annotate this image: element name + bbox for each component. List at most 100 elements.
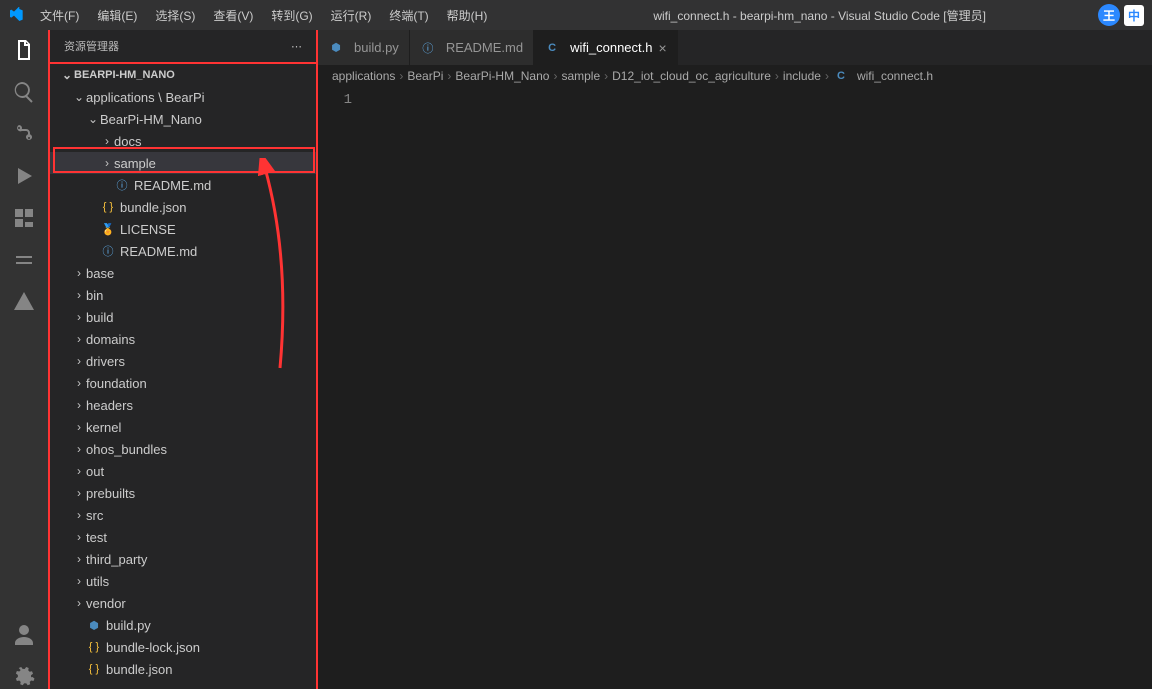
vscode-logo-icon [8, 7, 24, 23]
sidebar-title: 资源管理器 [64, 38, 119, 54]
chevron-right-icon: › [72, 530, 86, 544]
source-code[interactable] [366, 91, 1132, 689]
tree-folder[interactable]: ›ohos_bundles [50, 438, 316, 460]
menu-bar: 文件(F)编辑(E)选择(S)查看(V)转到(G)运行(R)终端(T)帮助(H) [32, 3, 495, 28]
tab-label: wifi_connect.h [570, 40, 652, 55]
tree-item-label: bin [86, 288, 103, 303]
tree-file[interactable]: 🏅LICENSE [50, 218, 316, 240]
more-actions-icon[interactable]: ⋯ [291, 40, 302, 53]
tree-item-label: bundle.json [120, 200, 187, 215]
tree-item-label: src [86, 508, 103, 523]
breadcrumb-segment[interactable]: wifi_connect.h [857, 69, 933, 83]
chevron-right-icon: › [72, 508, 86, 522]
tree-folder[interactable]: ›foundation [50, 372, 316, 394]
chevron-right-icon: › [72, 310, 86, 324]
editor-tab[interactable]: ⓘREADME.md [410, 30, 534, 65]
tree-file[interactable]: ⓘREADME.md [50, 174, 316, 196]
tree-folder[interactable]: ›domains [50, 328, 316, 350]
chevron-down-icon: ⌄ [72, 90, 86, 104]
menu-item[interactable]: 帮助(H) [439, 3, 496, 28]
tree-item-label: README.md [134, 178, 211, 193]
tree-file[interactable]: ⬢build.py [50, 614, 316, 636]
editor-tab[interactable]: Cwifi_connect.h× [534, 30, 678, 65]
tree-item-label: foundation [86, 376, 147, 391]
menu-item[interactable]: 终端(T) [381, 3, 436, 28]
menu-item[interactable]: 转到(G) [263, 3, 320, 28]
tree-folder[interactable]: ›drivers [50, 350, 316, 372]
chevron-right-icon: › [775, 69, 779, 83]
chevron-right-icon: › [72, 464, 86, 478]
tree-item-label: bundle-lock.json [106, 640, 200, 655]
tree-item-label: out [86, 464, 104, 479]
tree-folder[interactable]: ›test [50, 526, 316, 548]
code-editor[interactable]: 1 [318, 87, 1152, 689]
tree-item-label: drivers [86, 354, 125, 369]
tree-folder[interactable]: ›src [50, 504, 316, 526]
breadcrumb-segment[interactable]: sample [561, 69, 600, 83]
tree-folder[interactable]: ›headers [50, 394, 316, 416]
tree-folder[interactable]: ›out [50, 460, 316, 482]
tree-folder[interactable]: ›vendor [50, 592, 316, 614]
tree-folder[interactable]: ›third_party [50, 548, 316, 570]
chevron-right-icon: › [72, 486, 86, 500]
tree-folder[interactable]: ›bin [50, 284, 316, 306]
minimap[interactable] [1132, 91, 1152, 689]
chevron-right-icon: › [447, 69, 451, 83]
menu-item[interactable]: 查看(V) [205, 3, 261, 28]
tree-file[interactable]: { }bundle-lock.json [50, 636, 316, 658]
tree-item-label: prebuilts [86, 486, 135, 501]
breadcrumb-segment[interactable]: D12_iot_cloud_oc_agriculture [612, 69, 771, 83]
tree-file[interactable]: { }bundle.json [50, 196, 316, 218]
menu-item[interactable]: 编辑(E) [89, 3, 145, 28]
editor-tabs: ⬢build.pyⓘREADME.mdCwifi_connect.h× [318, 30, 1152, 65]
drive-icon[interactable] [12, 290, 36, 314]
tree-folder[interactable]: ⌄applications \ BearPi [50, 86, 316, 108]
chevron-right-icon: › [72, 376, 86, 390]
activity-bar [0, 30, 48, 689]
tree-item-label: LICENSE [120, 222, 176, 237]
project-name: BEARPI-HM_NANO [74, 69, 175, 81]
chevron-right-icon: › [72, 398, 86, 412]
breadcrumbs[interactable]: applications›BearPi›BearPi-HM_Nano›sampl… [318, 65, 1152, 87]
sidebar: 资源管理器 ⋯ ⌄ BEARPI-HM_NANO ⌄applications \… [48, 30, 318, 689]
remote-icon[interactable] [12, 248, 36, 272]
menu-item[interactable]: 运行(R) [323, 3, 380, 28]
tab-label: README.md [446, 40, 523, 55]
tree-folder[interactable]: ›docs [50, 130, 316, 152]
settings-gear-icon[interactable] [12, 665, 36, 689]
breadcrumb-segment[interactable]: applications [332, 69, 395, 83]
menu-item[interactable]: 文件(F) [32, 3, 87, 28]
menu-item[interactable]: 选择(S) [147, 3, 203, 28]
tree-folder[interactable]: ›build [50, 306, 316, 328]
tree-folder[interactable]: ›utils [50, 570, 316, 592]
editor-tab[interactable]: ⬢build.py [318, 30, 410, 65]
accounts-icon[interactable] [12, 623, 36, 647]
breadcrumb-segment[interactable]: BearPi-HM_Nano [455, 69, 549, 83]
tree-folder[interactable]: ›prebuilts [50, 482, 316, 504]
tree-item-label: kernel [86, 420, 121, 435]
tree-file[interactable]: ⓘREADME.md [50, 240, 316, 262]
tree-item-label: ohos_bundles [86, 442, 167, 457]
tree-item-label: BearPi-HM_Nano [100, 112, 202, 127]
extensions-icon[interactable] [12, 206, 36, 230]
run-debug-icon[interactable] [12, 164, 36, 188]
chevron-right-icon: › [72, 288, 86, 302]
tree-folder[interactable]: ›kernel [50, 416, 316, 438]
chevron-right-icon: › [72, 552, 86, 566]
tree-item-label: applications \ BearPi [86, 90, 205, 105]
close-icon[interactable]: × [659, 40, 667, 56]
tree-folder[interactable]: ›base [50, 262, 316, 284]
tree-folder[interactable]: ›sample [50, 152, 316, 174]
tree-folder[interactable]: ⌄BearPi-HM_Nano [50, 108, 316, 130]
project-root[interactable]: ⌄ BEARPI-HM_NANO [50, 62, 316, 86]
explorer-icon[interactable] [12, 38, 36, 62]
breadcrumb-segment[interactable]: include [783, 69, 821, 83]
tree-file[interactable]: { }bundle.json [50, 658, 316, 680]
tree-item-label: vendor [86, 596, 126, 611]
chevron-down-icon: ⌄ [86, 112, 100, 126]
breadcrumb-segment[interactable]: BearPi [407, 69, 443, 83]
source-control-icon[interactable] [12, 122, 36, 146]
chevron-right-icon: › [72, 332, 86, 346]
ime-badge-icon: 王 [1098, 4, 1120, 26]
search-icon[interactable] [12, 80, 36, 104]
